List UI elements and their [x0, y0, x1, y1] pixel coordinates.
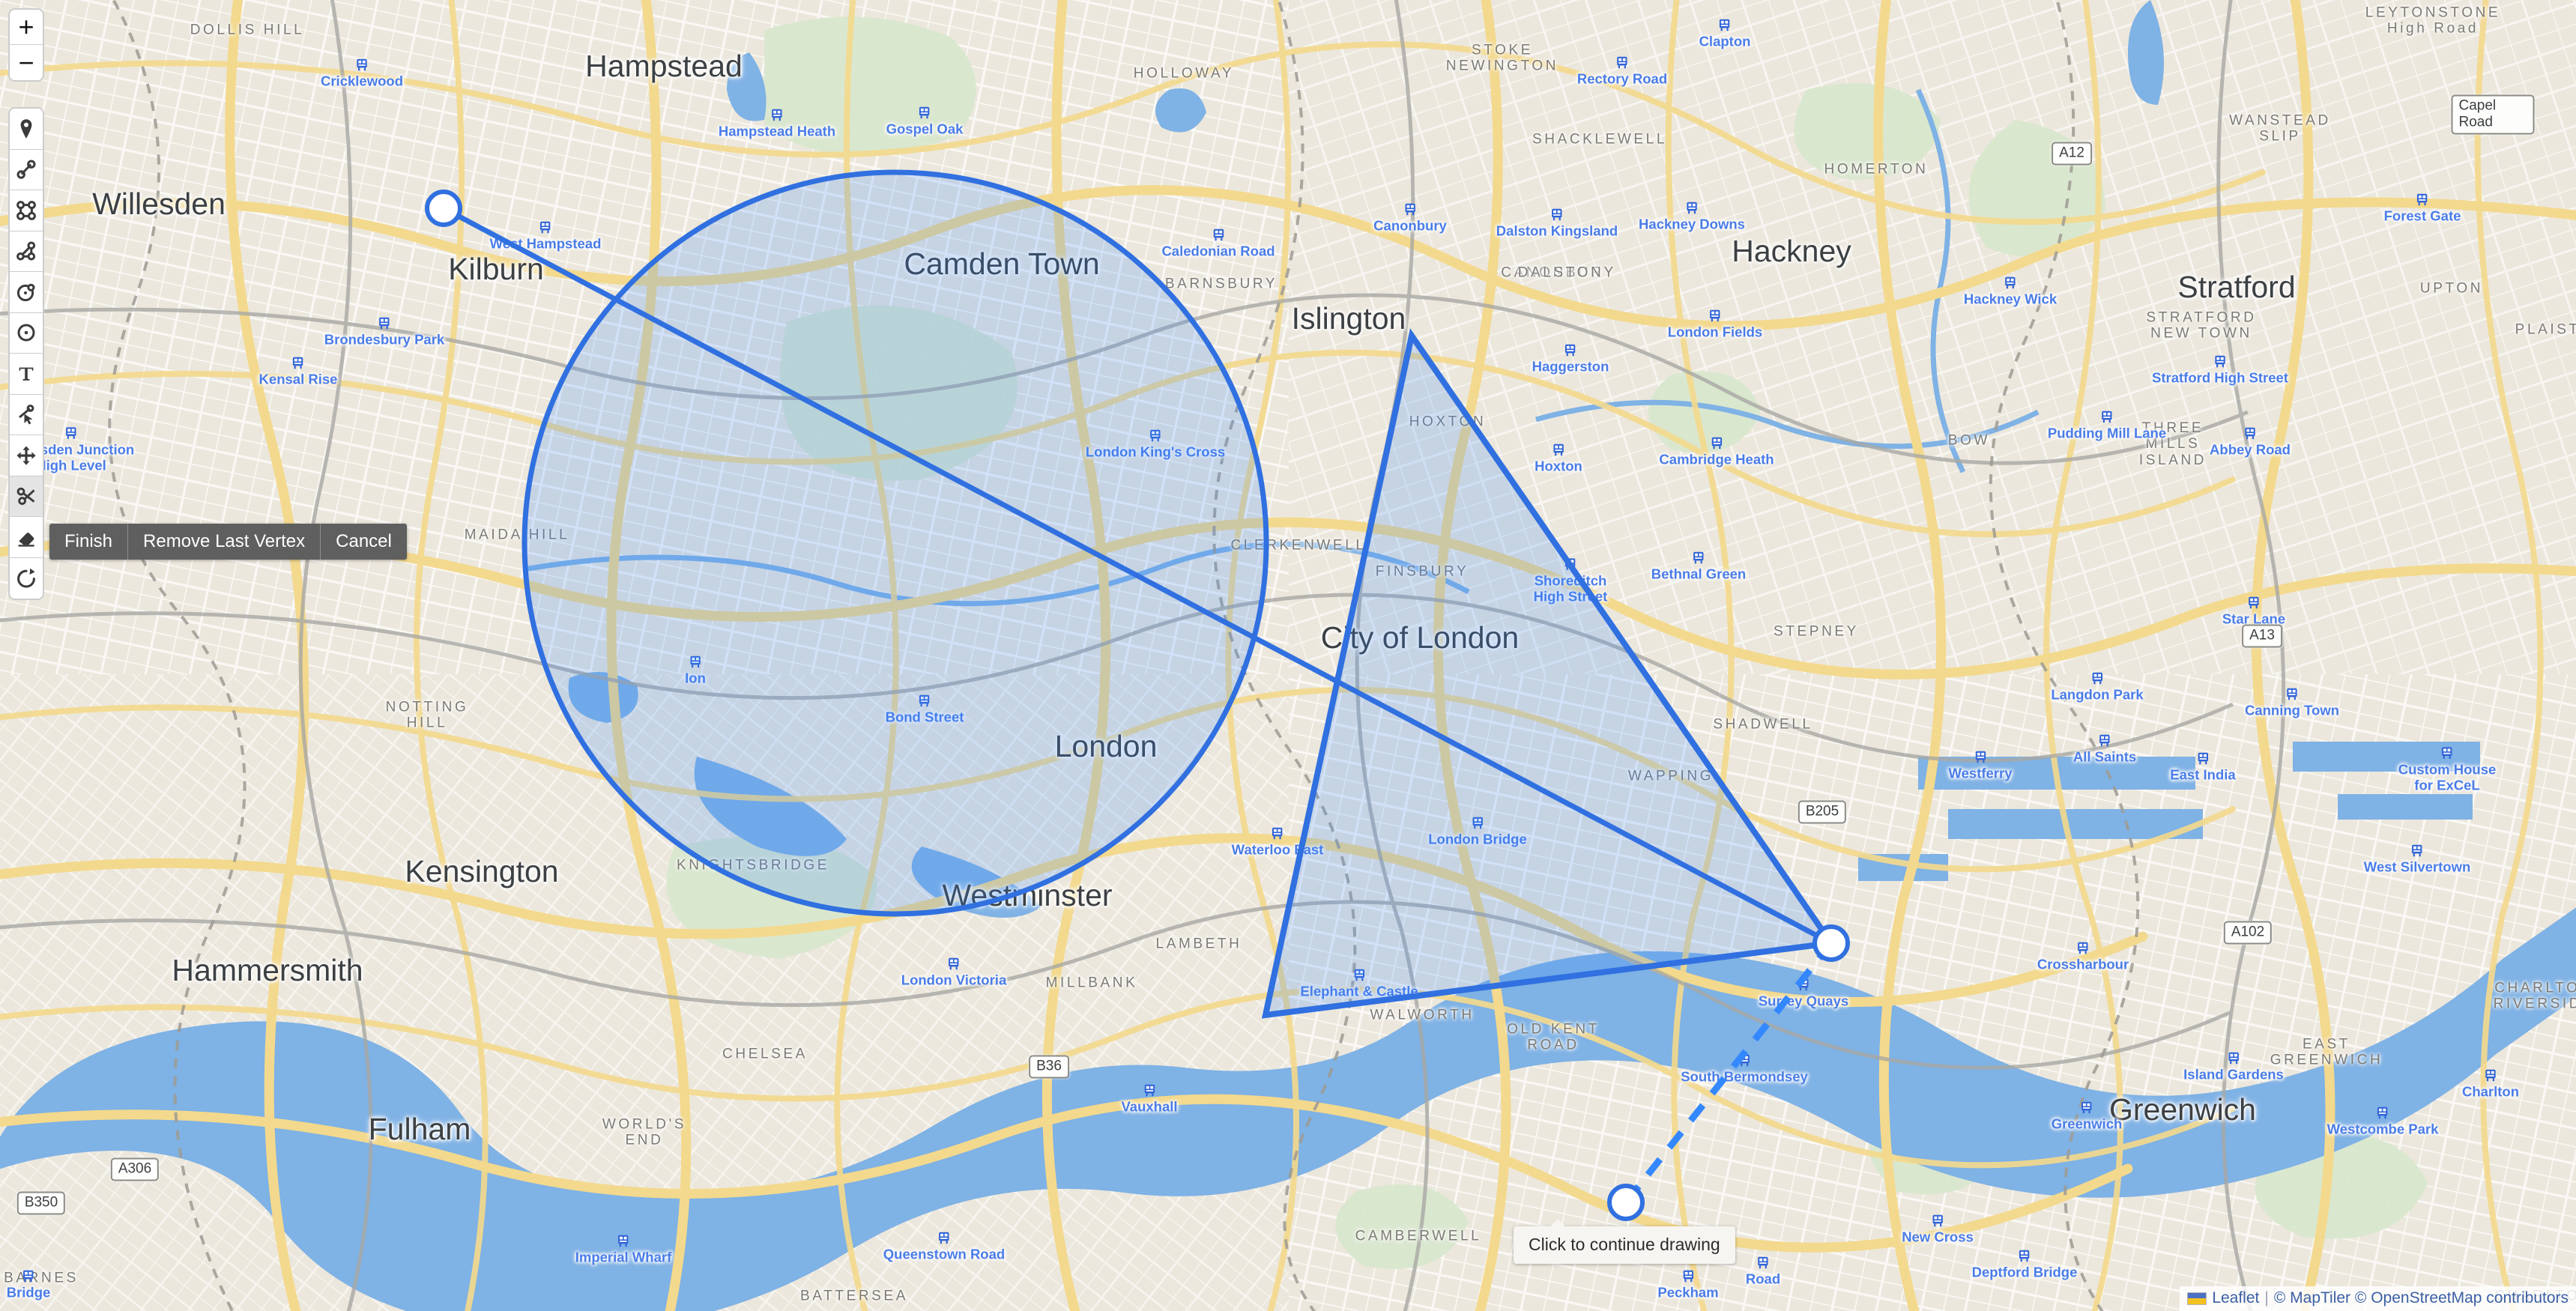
- tool-polyline[interactable]: [10, 149, 43, 190]
- eraser-icon: [18, 532, 34, 547]
- map-application: London Hammersmith Greenwich Hackney Stratfo…: [0, 0, 2576, 1311]
- marker-icon: [20, 118, 32, 139]
- draw-tooltip: Click to continue drawing: [1514, 1219, 1735, 1264]
- zoom-in-button[interactable]: +: [10, 10, 43, 45]
- draw-toolbar[interactable]: [8, 107, 44, 600]
- leaflet-flag-icon: [2187, 1292, 2207, 1305]
- circle-icon: [16, 283, 35, 301]
- tool-text[interactable]: [10, 354, 43, 395]
- finish-button[interactable]: Finish: [49, 524, 129, 560]
- map-credits-link[interactable]: © MapTiler © OpenStreetMap contributors: [2274, 1289, 2569, 1307]
- plus-icon: +: [18, 11, 34, 42]
- edit-vertex-icon: [19, 405, 34, 425]
- cancel-button[interactable]: Cancel: [321, 524, 407, 560]
- tool-circle[interactable]: [10, 272, 43, 313]
- tool-edit-vertex[interactable]: [10, 394, 43, 435]
- tool-scissors[interactable]: [10, 476, 43, 517]
- drag-icon: [16, 446, 36, 465]
- leaflet-link[interactable]: Leaflet: [2212, 1289, 2259, 1307]
- tool-rotate[interactable]: [10, 557, 43, 599]
- zoom-out-button[interactable]: −: [10, 45, 43, 80]
- text-icon: [19, 367, 34, 381]
- minus-icon: −: [18, 46, 34, 78]
- circle-marker-icon: [17, 324, 35, 342]
- draw-tooltip-text: Click to continue drawing: [1529, 1235, 1720, 1254]
- polyline-icon: [16, 160, 36, 179]
- tool-drag[interactable]: [10, 435, 43, 476]
- tool-marker[interactable]: [10, 109, 43, 150]
- tool-circle-marker[interactable]: [10, 312, 43, 354]
- draw-action-bar[interactable]: Finish Remove Last Vertex Cancel: [49, 524, 407, 560]
- zoom-control[interactable]: + −: [8, 8, 44, 82]
- tool-rectangle[interactable]: [10, 190, 43, 231]
- rectangle-icon: [16, 200, 36, 220]
- polygon-icon: [16, 241, 36, 261]
- remove-last-vertex-button[interactable]: Remove Last Vertex: [128, 524, 321, 560]
- attribution-bar[interactable]: Leaflet | © MapTiler © OpenStreetMap con…: [2180, 1286, 2576, 1311]
- scissors-icon: [16, 488, 35, 506]
- tool-polygon[interactable]: [10, 231, 43, 272]
- map-canvas[interactable]: London Hammersmith Greenwich Hackney Stratfo…: [0, 0, 2576, 1311]
- attribution-separator: |: [2264, 1289, 2269, 1307]
- map-tiles: [0, 0, 2576, 1311]
- tool-eraser[interactable]: [10, 517, 43, 558]
- rotate-icon: [17, 568, 35, 588]
